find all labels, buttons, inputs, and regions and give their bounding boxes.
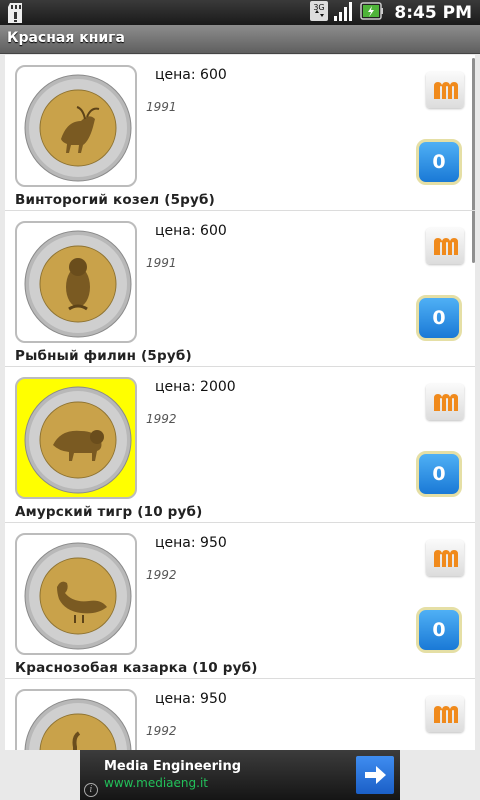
year-label: 1992 [146,724,177,738]
status-bar: 3G 8:45 PM [0,0,480,25]
coin-image[interactable] [15,221,137,343]
ad-url: www.mediaeng.it [104,776,208,790]
count-button[interactable]: 0 [416,295,462,341]
m-button[interactable] [426,696,464,732]
coin-name: Винторогий козел (5руб) [15,192,216,208]
year-label: 1991 [146,256,177,270]
battery-charging-icon [360,1,384,24]
coin-name: Рыбный филин (5руб) [15,348,192,364]
title-bar: Красная книга [0,25,480,54]
coin-image[interactable] [15,533,137,655]
count-button[interactable]: 0 [416,451,462,497]
coin-image[interactable] [15,65,137,187]
m-button[interactable] [426,384,464,420]
m-button[interactable] [426,540,464,576]
m-logo-icon [434,238,458,255]
year-label: 1992 [146,412,177,426]
list-item[interactable]: цена: 950 1992 Краснозобая казарка (10 р… [5,523,475,679]
price-label: цена: 950 [155,691,227,707]
sd-card-icon [8,3,28,23]
signal-strength-icon [334,1,354,25]
network-type-icon: 3G [310,0,329,25]
coin-image[interactable] [15,689,137,750]
count-button[interactable]: 0 [416,607,462,653]
ad-open-button[interactable] [356,756,394,794]
ad-title: Media Engineering [104,759,242,774]
coin-name: Амурский тигр (10 руб) [15,504,203,520]
list-item[interactable]: цена: 600 1991 Рыбный филин (5руб) 0 [5,211,475,367]
count-button[interactable]: 0 [416,139,462,185]
coin-list[interactable]: цена: 600 1991 Винторогий козел (5руб) 0… [5,55,475,750]
coin-name: Краснозобая казарка (10 руб) [15,660,258,676]
arrow-right-icon [365,766,386,784]
ad-banner[interactable]: i Media Engineering www.mediaeng.it [80,750,400,800]
m-button[interactable] [426,72,464,108]
m-logo-icon [434,550,458,567]
list-item[interactable]: цена: 950 1992 [5,679,475,750]
ad-info-icon[interactable]: i [84,783,98,797]
price-label: цена: 950 [155,535,227,551]
m-logo-icon [434,706,458,723]
price-label: цена: 600 [155,223,227,239]
svg-text:3G: 3G [314,3,325,12]
m-button[interactable] [426,228,464,264]
clock: 8:45 PM [394,2,472,23]
list-item[interactable]: цена: 600 1991 Винторогий козел (5руб) 0 [5,55,475,211]
price-label: цена: 2000 [155,379,236,395]
m-logo-icon [434,394,458,411]
m-logo-icon [434,82,458,99]
coin-image[interactable] [15,377,137,499]
list-item[interactable]: цена: 2000 1992 Амурский тигр (10 руб) 0 [5,367,475,523]
year-label: 1992 [146,568,177,582]
year-label: 1991 [146,100,177,114]
app-title: Красная книга [7,30,125,46]
price-label: цена: 600 [155,67,227,83]
